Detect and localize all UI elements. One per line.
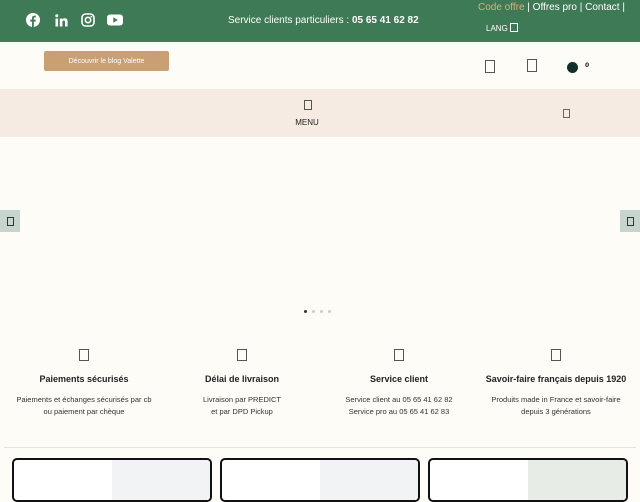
feature-description: Produits made in France et savoir-faire … [491,395,621,416]
contact-link[interactable]: Contact [585,2,619,13]
slider-dot[interactable] [304,310,307,313]
feature-title: Délai de livraison [204,374,280,384]
product-image [112,460,210,500]
wishlist-icon[interactable] [527,59,537,72]
slider-prev-button[interactable] [0,210,20,232]
feature-service-client: Service client Service client au 05 65 4… [319,349,479,418]
blog-button[interactable]: Découvrir le blog Valette [44,51,169,71]
menu-bar [0,89,640,137]
feature-livraison: Délai de livraison Livraison par PREDICT… [162,349,322,418]
cart-count: 0 [585,62,590,69]
slider-dot[interactable] [320,310,323,313]
search-icon[interactable] [563,109,570,118]
menu-icon[interactable] [304,100,312,110]
product-card[interactable] [220,458,420,502]
truck-icon [237,349,247,361]
slider-dot[interactable] [312,310,315,313]
headset-icon [394,349,404,361]
feature-title: Savoir-faire français depuis 1920 [485,374,627,384]
language-selector[interactable]: LANG [486,23,519,33]
product-image [320,460,418,500]
feature-savoir-faire: Savoir-faire français depuis 1920 Produi… [476,349,636,418]
menu-label[interactable]: MENU [0,118,614,127]
linkedin-icon[interactable] [52,11,70,29]
offres-pro-link[interactable]: Offres pro [533,2,577,13]
facebook-icon[interactable] [24,11,42,29]
cart-icon[interactable] [567,62,578,73]
service-phone[interactable]: 05 65 41 62 82 [352,15,419,26]
lock-icon [79,349,89,361]
arrow-left-icon [6,216,14,226]
feature-paiements: Paiements sécurisés Paiements et échange… [4,349,164,418]
slider-next-button[interactable] [620,210,640,232]
divider [4,447,636,448]
feature-description: Paiements et échanges sécurisés par cb o… [16,395,152,416]
code-offre-link[interactable]: Code offre [478,2,525,13]
slider-dots [304,310,331,313]
service-clients-text: Service clients particuliers : 05 65 41 … [228,15,419,26]
instagram-icon[interactable] [79,11,97,29]
top-bar: Service clients particuliers : 05 65 41 … [0,0,640,42]
account-icon[interactable] [485,60,495,73]
youtube-icon[interactable] [106,11,124,29]
product-card[interactable] [12,458,212,502]
product-card[interactable] [428,458,628,502]
chevron-down-icon [510,23,519,32]
feature-description: Livraison par PREDICT et par DPD Pickup [203,395,281,416]
top-links: Code offre | Offres pro | Contact | [478,2,625,13]
product-image [528,460,626,500]
feature-title: Paiements sécurisés [39,374,129,384]
feature-title: Service client [369,374,429,384]
slider-dot[interactable] [328,310,331,313]
arrow-right-icon [626,216,634,226]
feature-description: Service client au 05 65 41 62 82 Service… [345,395,453,416]
flag-icon [551,349,561,361]
